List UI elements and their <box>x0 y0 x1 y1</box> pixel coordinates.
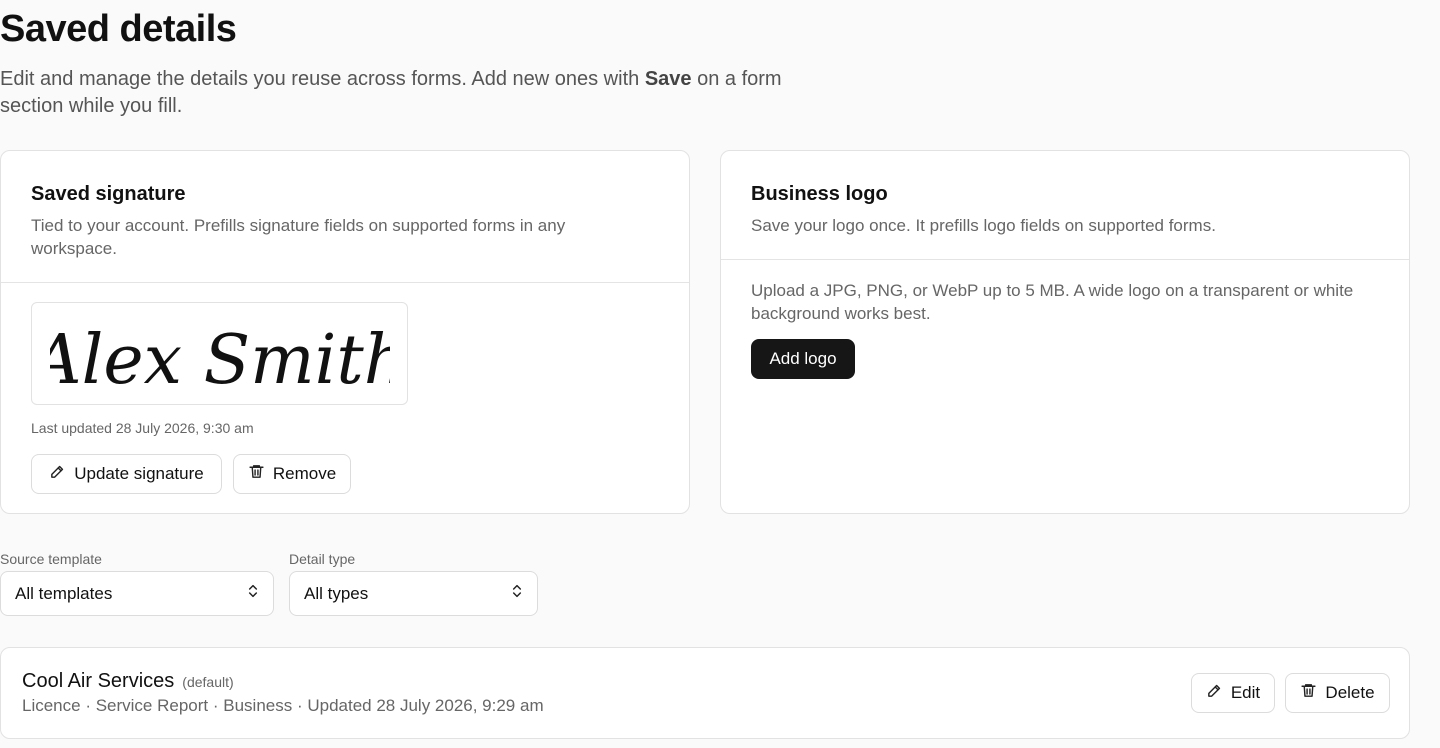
source-template-label: Source template <box>0 551 102 567</box>
trash-icon <box>248 463 265 485</box>
saved-detail-row: Cool Air Services (default) Licence · Ser… <box>0 647 1410 739</box>
signature-card-header: Saved signature Tied to your account. Pr… <box>1 151 689 260</box>
trash-icon <box>1300 682 1317 704</box>
chevron-up-down-icon <box>509 583 525 604</box>
saved-detail-name: Cool Air Services <box>22 670 175 692</box>
detail-type-select[interactable]: All types <box>289 571 538 616</box>
update-signature-button[interactable]: Update signature <box>31 454 222 494</box>
logo-card-divider <box>721 259 1409 260</box>
signature-card-description: Tied to your account. Prefills signature… <box>31 216 566 258</box>
business-logo-card: Business logo Save your logo once. It pr… <box>720 150 1410 514</box>
delete-detail-button[interactable]: Delete <box>1285 673 1390 713</box>
pencil-icon <box>49 463 66 485</box>
source-template-value: All templates <box>15 583 113 603</box>
chevron-up-down-icon <box>245 583 261 604</box>
signature-image: Alex Smith <box>50 321 390 399</box>
remove-signature-button[interactable]: Remove <box>233 454 351 494</box>
signature-card-title: Saved signature <box>31 183 186 205</box>
signature-preview: Alex Smith <box>31 302 408 405</box>
logo-upload-help: Upload a JPG, PNG, or WebP up to 5 MB. A… <box>751 281 1354 323</box>
subtitle-save-keyword: Save <box>644 68 692 90</box>
edit-detail-button[interactable]: Edit <box>1191 673 1275 713</box>
default-badge: (default) <box>182 674 234 690</box>
page-subtitle: Edit and manage the details you reuse ac… <box>0 66 800 120</box>
add-logo-button[interactable]: Add logo <box>751 339 855 379</box>
page-title: Saved details <box>0 8 237 50</box>
logo-card-description: Save your logo once. It prefills logo fi… <box>751 216 1216 235</box>
remove-signature-label: Remove <box>272 464 337 483</box>
saved-detail-name-line: Cool Air Services (default) <box>22 670 234 693</box>
update-signature-label: Update signature <box>74 464 204 483</box>
delete-detail-label: Delete <box>1325 683 1375 702</box>
signature-drawing-text: Alex Smith <box>50 321 390 399</box>
source-template-select[interactable]: All templates <box>0 571 274 616</box>
subtitle-text-start: Edit and manage the details you reuse ac… <box>0 68 645 90</box>
detail-type-value: All types <box>304 583 369 603</box>
logo-card-header: Business logo Save your logo once. It pr… <box>721 151 1409 237</box>
signature-card-divider <box>1 282 689 283</box>
pencil-icon <box>1206 682 1223 704</box>
saved-detail-meta: Licence · Service Report · Business · Up… <box>22 696 544 715</box>
logo-card-title: Business logo <box>751 183 888 205</box>
saved-signature-card: Saved signature Tied to your account. Pr… <box>0 150 690 514</box>
signature-last-updated: Last updated 28 July 2026, 9:30 am <box>31 420 254 436</box>
detail-type-label: Detail type <box>289 551 356 567</box>
edit-detail-label: Edit <box>1230 683 1261 702</box>
